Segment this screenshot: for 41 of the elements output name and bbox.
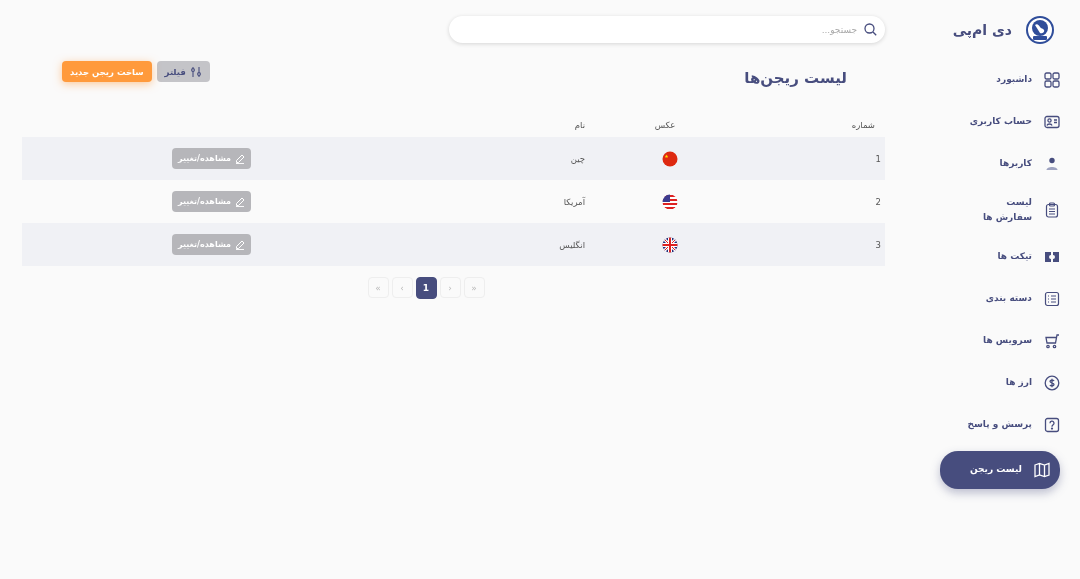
- grid-icon: [1044, 72, 1060, 88]
- pencil-icon: [235, 239, 245, 250]
- sidebar-item[interactable]: سرویس ها: [962, 324, 1060, 357]
- dollar-coin-icon: [1044, 374, 1060, 391]
- column-header: شماره: [850, 120, 876, 130]
- sidebar-item[interactable]: داشبورد: [962, 64, 1060, 96]
- id-card-icon: [1044, 114, 1060, 130]
- pencil-icon: [235, 196, 245, 207]
- person-icon: [1044, 156, 1060, 172]
- flag-icon: [662, 193, 678, 210]
- clipboard-icon: [1044, 202, 1060, 219]
- column-header: عکس: [653, 120, 677, 130]
- table-cell-text: چین: [570, 153, 586, 164]
- globe-logo-icon: [1026, 16, 1054, 44]
- column-header: نام: [573, 120, 586, 130]
- question-icon: [1044, 416, 1060, 433]
- brand-name: دی ام‌پی: [952, 22, 1012, 38]
- table-cell-text: آمریکا: [563, 196, 587, 207]
- search-field[interactable]: جستجو...: [449, 16, 885, 43]
- sidebar-item[interactable]: تیکت ها: [962, 240, 1060, 273]
- filter-button[interactable]: فیلتر: [156, 61, 210, 82]
- map-icon: [1034, 461, 1050, 478]
- sliders-icon: [189, 65, 202, 78]
- table-cell-text: 1: [874, 153, 882, 164]
- sidebar-item[interactable]: لیست سفارش ها: [962, 190, 1060, 231]
- table-cell-text: 3: [874, 239, 882, 250]
- flag-icon: [662, 236, 678, 253]
- sidebar-item[interactable]: دسته بندی: [962, 282, 1060, 315]
- list-icon: [1044, 290, 1060, 307]
- pencil-icon: [235, 153, 245, 164]
- page-button[interactable]: 1: [415, 277, 437, 299]
- sidebar-item[interactable]: حساب کاربری: [962, 106, 1060, 138]
- sidebar-item[interactable]: کاربرها: [962, 148, 1060, 180]
- sidebar-item[interactable]: لیست ریجن: [940, 450, 1060, 489]
- cart-icon: [1044, 332, 1060, 349]
- flag-icon: [662, 150, 678, 167]
- table-cell-text: انگلیس: [559, 239, 586, 250]
- sidebar-item[interactable]: ارز ها: [962, 366, 1060, 399]
- sidebar-item[interactable]: پرسش و پاسخ: [962, 408, 1060, 441]
- table-cell-text: 2: [874, 196, 882, 207]
- page-title: لیست ریجن‌ها: [744, 69, 847, 87]
